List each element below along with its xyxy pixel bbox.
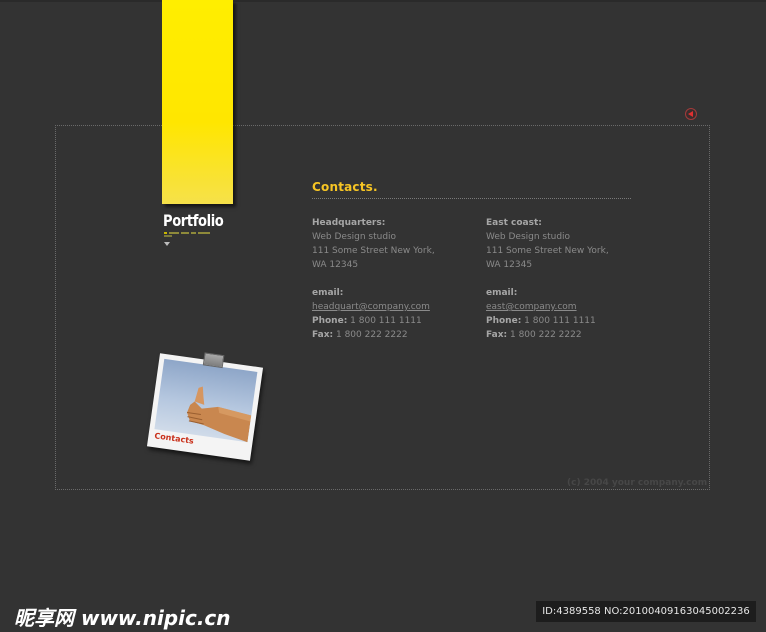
- east-fax-value: 1 800 222 2222: [509, 330, 582, 340]
- east-phone-label: Phone:: [486, 316, 522, 326]
- photo-frame: Contacts: [146, 353, 264, 461]
- thumbs-up-photo: [154, 358, 258, 443]
- yellow-bookmark-tab: [162, 0, 233, 204]
- east-email-label: email:: [486, 288, 518, 298]
- top-strip: [0, 0, 766, 2]
- site-watermark: 昵享网 www.nipic.cn: [14, 606, 231, 630]
- logo-tagline-graphic: [164, 232, 210, 237]
- hq-address-line1: Web Design studio: [312, 232, 397, 242]
- east-address-line2: 111 Some Street New York,: [486, 246, 609, 256]
- hq-fax-value: 1 800 222 2222: [335, 330, 408, 340]
- hq-heading: Headquarters:: [312, 218, 386, 228]
- hq-fax-label: Fax:: [312, 330, 334, 340]
- thumbs-up-icon: [186, 386, 252, 443]
- title-divider: [312, 198, 631, 199]
- east-heading: East coast:: [486, 218, 542, 228]
- east-phone-value: 1 800 111 1111: [524, 316, 596, 326]
- hq-email-link[interactable]: headquart@company.com: [312, 302, 430, 312]
- portfolio-logo[interactable]: Portfolio: [163, 211, 224, 230]
- hq-address-line3: WA 12345: [312, 260, 359, 270]
- dropdown-arrow-icon[interactable]: [164, 242, 170, 246]
- hq-phone-label: Phone:: [312, 316, 348, 326]
- hq-address-line2: 111 Some Street New York,: [312, 246, 435, 256]
- back-arrow-icon[interactable]: [685, 108, 697, 120]
- east-coast-contact: East coast: Web Design studio 111 Some S…: [486, 216, 609, 342]
- east-address-line1: Web Design studio: [486, 232, 571, 242]
- east-address-line3: WA 12345: [486, 260, 533, 270]
- east-email-link[interactable]: east@company.com: [486, 302, 577, 312]
- east-fax-row: Fax: 1 800 222 2222: [486, 328, 609, 342]
- tape-strip: [202, 352, 225, 369]
- east-fax-label: Fax:: [486, 330, 508, 340]
- hq-phone-value: 1 800 111 1111: [350, 316, 422, 326]
- hq-fax-row: Fax: 1 800 222 2222: [312, 328, 435, 342]
- page-title: Contacts.: [312, 180, 378, 194]
- contacts-photo-card[interactable]: Contacts: [146, 352, 264, 461]
- east-phone-row: Phone: 1 800 111 1111: [486, 314, 609, 328]
- headquarters-contact: Headquarters: Web Design studio 111 Some…: [312, 216, 435, 342]
- image-id-badge: ID:4389558 NO:20100409163045002236: [536, 601, 756, 622]
- hq-email-label: email:: [312, 288, 344, 298]
- hq-phone-row: Phone: 1 800 111 1111: [312, 314, 435, 328]
- copyright-text: (c) 2004 your company.com: [567, 478, 708, 488]
